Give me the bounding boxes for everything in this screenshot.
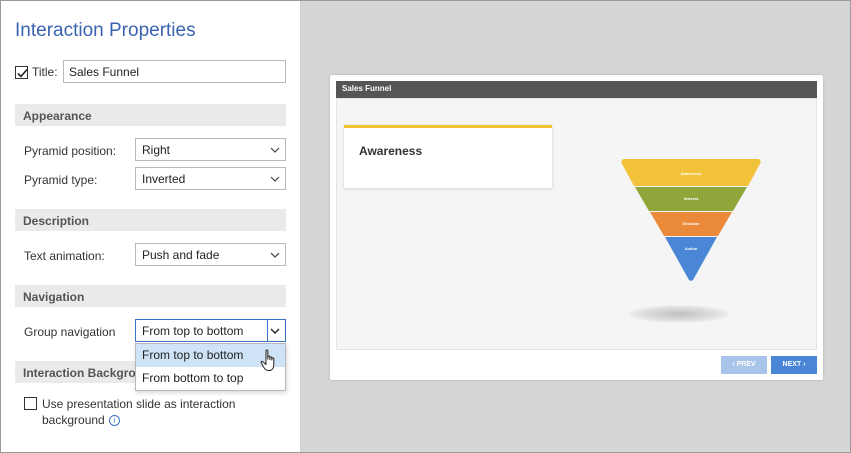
- funnel-label-decision: Decision: [683, 221, 700, 226]
- background-label-text: Use presentation slide as interaction ba…: [42, 397, 236, 427]
- panel-title: Interaction Properties: [15, 20, 196, 41]
- window: Interaction Properties Title: Sales Funn…: [0, 0, 851, 453]
- card-title: Awareness: [359, 144, 423, 158]
- section-description: Description: [15, 209, 286, 231]
- funnel-label-awareness: Awareness: [680, 171, 702, 176]
- text-animation-label: Text animation:: [24, 249, 105, 263]
- slide-body: Awareness Awareness Interest Decision Ac…: [336, 98, 817, 350]
- group-navigation-select[interactable]: From top to bottom: [135, 319, 286, 342]
- funnel-label-interest: Interest: [684, 196, 699, 201]
- section-appearance: Appearance: [15, 104, 286, 126]
- title-input[interactable]: Sales Funnel: [63, 60, 286, 83]
- pyramid-position-label: Pyramid position:: [24, 144, 117, 158]
- background-checkbox-label: Use presentation slide as interaction ba…: [42, 396, 257, 428]
- group-navigation-label: Group navigation: [24, 325, 116, 339]
- pyramid-position-select[interactable]: Right: [135, 138, 286, 161]
- title-checkbox-label: Title:: [32, 65, 58, 79]
- title-checkbox[interactable]: [15, 66, 28, 79]
- check-icon: [17, 68, 28, 78]
- group-navigation-value: From top to bottom: [142, 324, 244, 338]
- properties-panel: Interaction Properties Title: Sales Funn…: [1, 1, 301, 452]
- description-card: Awareness: [344, 125, 552, 188]
- background-checkbox[interactable]: [24, 397, 37, 410]
- chevron-down-icon: [270, 147, 280, 153]
- pyramid-position-value: Right: [142, 143, 171, 157]
- next-button[interactable]: NEXT ›: [771, 356, 817, 374]
- section-navigation: Navigation: [15, 285, 286, 307]
- chevron-down-icon: [270, 252, 280, 258]
- chevron-down-icon: [270, 328, 280, 334]
- prev-button[interactable]: ‹ PREV: [721, 356, 767, 374]
- chevron-down-icon: [270, 176, 280, 182]
- preview-area: Sales Funnel Awareness Awareness Interes…: [301, 1, 850, 452]
- pyramid-type-select[interactable]: Inverted: [135, 167, 286, 190]
- text-animation-value: Push and fade: [142, 248, 220, 262]
- funnel-level-action[interactable]: [665, 237, 717, 281]
- slide-header: Sales Funnel: [336, 81, 817, 98]
- funnel-pyramid: Awareness Interest Decision Action: [621, 159, 761, 281]
- slide-preview: Sales Funnel Awareness Awareness Interes…: [330, 75, 823, 380]
- hand-cursor-icon: [260, 349, 275, 371]
- text-animation-select[interactable]: Push and fade: [135, 243, 286, 266]
- info-icon[interactable]: i: [108, 415, 120, 426]
- pyramid-type-label: Pyramid type:: [24, 173, 98, 187]
- funnel-shadow: [628, 305, 730, 323]
- funnel-label-action: Action: [685, 246, 698, 251]
- pyramid-type-value: Inverted: [142, 172, 186, 186]
